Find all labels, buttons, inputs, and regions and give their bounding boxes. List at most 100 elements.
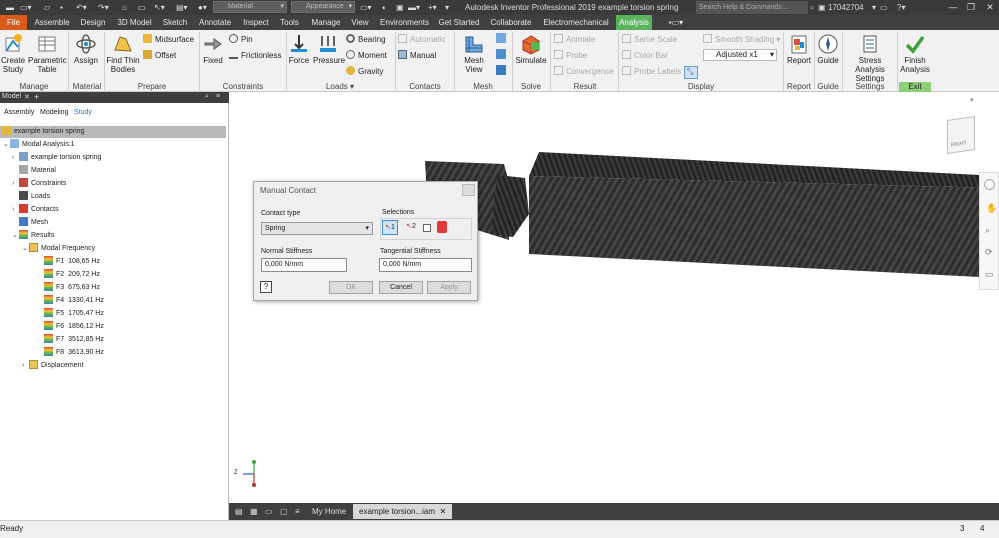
guide-button[interactable]: Guide	[816, 33, 840, 65]
pan-icon[interactable]: ✋	[986, 203, 997, 214]
sign-in-dropdown-icon[interactable]: ▾	[872, 2, 876, 13]
convergence-button[interactable]: Convergence	[554, 66, 614, 76]
frequency-item[interactable]: F8 3613,90 Hz	[44, 347, 104, 359]
chevron-down-icon[interactable]: ⌄	[3, 139, 10, 151]
orbit-icon[interactable]: ⟳	[985, 247, 993, 258]
tree-study[interactable]: ⌄ Modal Analysis:1	[3, 139, 75, 151]
stress-analysis-settings-button[interactable]: Stress Analysis Settings	[844, 33, 896, 83]
zoom-icon[interactable]: ⌕	[985, 225, 990, 236]
view-cube-menu-icon[interactable]: ▾	[970, 96, 974, 104]
report-button[interactable]: Report	[786, 33, 812, 65]
help-icon[interactable]: ?	[260, 281, 272, 293]
help-search-input[interactable]: Search Help & Commands...	[696, 1, 808, 14]
search-icon[interactable]: ⌕	[810, 2, 814, 13]
appearance-combo[interactable]: Appearance	[291, 1, 355, 13]
tree-item[interactable]: Material	[12, 165, 56, 177]
apply-button[interactable]: Apply	[427, 281, 471, 294]
redo-icon[interactable]: ↷▾	[98, 2, 109, 13]
clear-selection-icon[interactable]	[437, 221, 447, 233]
properties-icon[interactable]: ▤▾	[176, 2, 188, 13]
moment-load-button[interactable]: Moment	[346, 50, 390, 60]
frequency-item[interactable]: F2 209,72 Hz	[44, 269, 100, 281]
offset-button[interactable]: Offset	[143, 50, 197, 60]
automatic-contacts-button[interactable]: Automatic	[398, 34, 452, 44]
save-icon[interactable]: ▪	[60, 2, 63, 13]
ribbon-options-icon[interactable]: ▪▭▾	[664, 15, 688, 30]
tab-environments[interactable]: Environments	[377, 15, 432, 30]
close-button[interactable]: ✕	[983, 1, 997, 14]
tree-item[interactable]: › Displacement	[22, 360, 83, 372]
tab-3d-model[interactable]: 3D Model	[113, 15, 156, 30]
clear-icon[interactable]: ◐	[382, 2, 387, 13]
frictionless-constraint-button[interactable]: Frictionless	[229, 50, 285, 60]
parametric-table-button[interactable]: Parametric Table	[28, 33, 67, 74]
adjust-icon[interactable]: ▭▾	[360, 2, 372, 13]
minimize-button[interactable]: —	[946, 1, 960, 14]
tree-root[interactable]: example torsion spring	[0, 126, 226, 138]
probe-button[interactable]: Probe	[554, 50, 614, 60]
gravity-load-button[interactable]: Gravity	[346, 66, 390, 76]
help-icon[interactable]: ?▾	[897, 2, 905, 13]
normal-stiffness-input[interactable]: 0,000 N/mm	[261, 258, 347, 272]
tab-view[interactable]: View	[348, 15, 372, 30]
smooth-shading-dropdown[interactable]: Smooth Shading ▾	[703, 34, 781, 44]
user-name[interactable]: 17042704	[828, 2, 864, 13]
tab-get-started[interactable]: Get Started	[436, 15, 482, 30]
tab-inspect[interactable]: Inspect	[240, 15, 272, 30]
look-at-icon[interactable]: ▭	[985, 269, 994, 280]
create-study-button[interactable]: Create Study	[1, 33, 25, 74]
color-icon[interactable]: ●▾	[198, 2, 207, 13]
customize-icon[interactable]: ▾	[445, 2, 449, 13]
document-list-icon[interactable]: ≡	[289, 504, 306, 519]
chevron-right-icon[interactable]: ›	[12, 178, 19, 190]
contact-type-select[interactable]: Spring ▾	[261, 222, 373, 235]
force-button[interactable]: Force	[288, 33, 310, 65]
select-icon[interactable]: ↖▾	[154, 2, 165, 13]
mesh-settings-button[interactable]	[496, 33, 508, 45]
menu-icon[interactable]: ≡	[216, 93, 220, 100]
app-menu-icon[interactable]: ▬	[6, 2, 14, 13]
frequency-item[interactable]: F3 675,63 Hz	[44, 282, 100, 294]
browser-tab-modeling[interactable]: Modeling	[38, 106, 70, 119]
manual-contacts-button[interactable]: Manual	[398, 50, 452, 60]
frequency-item[interactable]: F5 1705,47 Hz	[44, 308, 104, 320]
find-thin-bodies-button[interactable]: Find Thin Bodies	[106, 33, 140, 74]
simulate-button[interactable]: Simulate	[514, 33, 548, 65]
tree-item[interactable]: ⌄ Modal Frequency	[22, 243, 95, 255]
mesh-view-button[interactable]: Mesh View	[456, 33, 492, 74]
close-tab-icon[interactable]: ✕	[439, 507, 446, 516]
same-scale-button[interactable]: Same Scale	[622, 34, 684, 44]
frequency-item[interactable]: F4 1330,41 Hz	[44, 295, 104, 307]
tab-collaborate[interactable]: Collaborate	[487, 15, 535, 30]
steering-wheel-icon[interactable]	[984, 179, 995, 190]
browser-tab-study[interactable]: Study	[72, 106, 94, 119]
tab-design[interactable]: Design	[77, 15, 109, 30]
midsurface-button[interactable]: Midsurface	[143, 34, 197, 44]
tab-electromechanical[interactable]: Electromechanical	[540, 15, 612, 30]
tree-item[interactable]: Mesh	[12, 217, 48, 229]
chevron-right-icon[interactable]: ›	[12, 204, 19, 216]
color-bar-button[interactable]: Color Bar	[622, 50, 684, 60]
adjusted-scale-dropdown[interactable]: Adjusted x1 ▾	[703, 49, 777, 61]
assign-material-button[interactable]: Assign	[72, 33, 100, 65]
line-weight-icon[interactable]: ▬▾	[408, 2, 420, 13]
tab-tools[interactable]: Tools	[277, 15, 302, 30]
new-icon[interactable]: ▭▾	[20, 2, 32, 13]
tree-item[interactable]: › Constraints	[12, 178, 66, 190]
cart-icon[interactable]: ▭	[880, 2, 888, 13]
update-icon[interactable]: ▭	[138, 2, 146, 13]
animate-button[interactable]: Animate	[554, 34, 614, 44]
cancel-button[interactable]: Cancel	[379, 281, 423, 294]
frequency-item[interactable]: F6 1856,12 Hz	[44, 321, 104, 333]
add-browser-tab-icon[interactable]: +	[34, 92, 39, 102]
pin-constraint-button[interactable]: Pin	[229, 34, 285, 44]
selection-2-button[interactable]: ↖2	[402, 220, 420, 235]
bearing-load-button[interactable]: Bearing	[346, 34, 390, 44]
chevron-right-icon[interactable]: ›	[22, 360, 29, 372]
tree-item[interactable]: › Contacts	[12, 204, 59, 216]
undo-icon[interactable]: ↶▾	[76, 2, 87, 13]
tab-sketch[interactable]: Sketch	[160, 15, 190, 30]
browser-close-icon[interactable]: ✕	[24, 93, 30, 101]
tab-analysis[interactable]: Analysis	[616, 15, 652, 30]
open-icon[interactable]: ▱	[44, 2, 50, 13]
